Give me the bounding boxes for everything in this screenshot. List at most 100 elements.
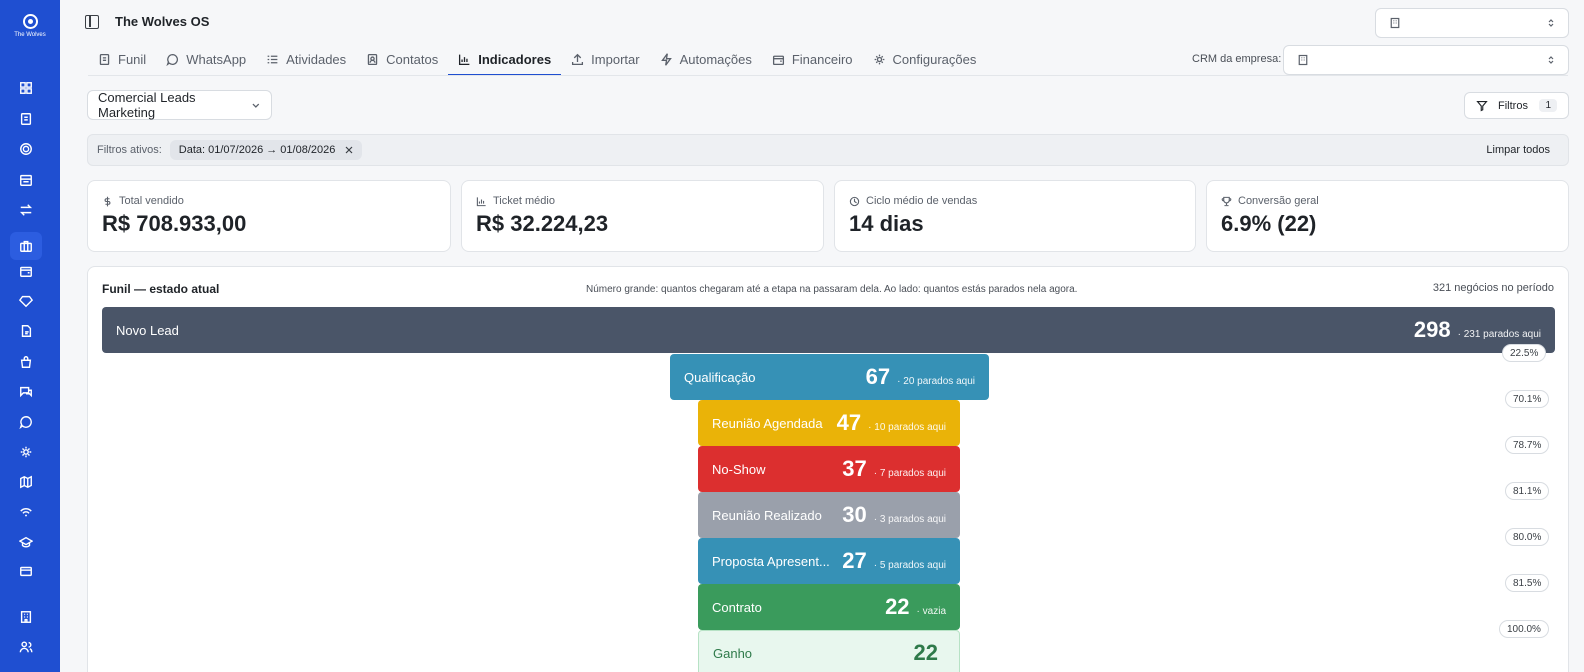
target-icon[interactable] xyxy=(18,141,33,156)
funnel-stage-proposta[interactable]: Proposta Apresent... 27 · 5 parados aqui xyxy=(698,538,960,584)
tab-contatos[interactable]: Contatos xyxy=(356,42,448,76)
dollar-icon xyxy=(104,196,111,206)
funnel-stage-reuniao-realizado[interactable]: Reunião Realizado 30 · 3 parados aqui xyxy=(698,492,960,538)
wallet-icon xyxy=(772,55,784,65)
users-icon[interactable] xyxy=(18,639,33,654)
funnel-stage-no-show[interactable]: No-Show 37 · 7 parados aqui xyxy=(698,446,960,492)
chevron-down-icon xyxy=(252,103,260,108)
pipeline-select-value: Comercial Leads Marketing xyxy=(98,90,196,120)
pipeline-select[interactable]: Comercial Leads Marketing xyxy=(87,90,272,120)
upload-icon xyxy=(572,53,584,65)
conversion-rate-pill: 70.1% xyxy=(1505,390,1550,408)
bag-icon[interactable] xyxy=(18,354,33,369)
document-icon[interactable] xyxy=(18,323,33,338)
stage-name: Reunião Realizado xyxy=(712,507,822,523)
tab-label: Importar xyxy=(591,51,640,67)
wallet-icon[interactable] xyxy=(18,263,33,278)
stage-stalled: · vazia xyxy=(916,606,946,617)
school-icon[interactable] xyxy=(18,534,33,549)
diamond-icon[interactable] xyxy=(18,293,33,308)
wifi-icon[interactable] xyxy=(18,504,33,519)
tabs-divider xyxy=(88,75,1568,76)
close-icon[interactable] xyxy=(345,146,353,154)
list-icon xyxy=(267,55,278,63)
wolf-logo-icon xyxy=(22,14,38,29)
message-icon[interactable] xyxy=(18,414,33,429)
kpi-value: 14 dias xyxy=(849,211,924,236)
stage-count: 22 xyxy=(913,640,938,665)
clipboard-icon[interactable] xyxy=(18,111,33,126)
funnel-panel: Funil — estado atual Número grande: quan… xyxy=(87,266,1569,672)
tab-label: Financeiro xyxy=(791,51,853,67)
tab-label: WhatsApp xyxy=(186,51,247,67)
filters-count-badge: 1 xyxy=(1539,99,1557,112)
conversion-rate-pill: 22.5% xyxy=(1502,344,1547,362)
tab-label: Funil xyxy=(118,51,147,67)
chat-icon[interactable] xyxy=(18,384,33,399)
tab-atividades[interactable]: Atividades xyxy=(256,42,356,76)
filter-icon xyxy=(1476,100,1488,111)
filter-chip-text: Data: 01/07/2026 → 01/08/2026 xyxy=(178,144,336,156)
stage-name: Ganho xyxy=(713,645,753,661)
tab-label: Indicadores xyxy=(478,51,552,67)
clear-all-filters-button[interactable]: Limpar todos xyxy=(1486,144,1550,156)
tab-importar[interactable]: Importar xyxy=(561,42,649,76)
conversion-rate-pill: 81.1% xyxy=(1505,482,1550,500)
sidebar-toggle-icon[interactable] xyxy=(85,15,99,29)
tab-indicadores[interactable]: Indicadores xyxy=(448,42,562,76)
settings-cog-icon[interactable] xyxy=(18,444,33,459)
stage-name: Novo Lead xyxy=(116,322,179,338)
card-icon[interactable] xyxy=(18,563,33,578)
tab-financeiro[interactable]: Financeiro xyxy=(762,42,863,76)
workspace-select[interactable] xyxy=(1375,8,1569,38)
kpi-label: Total vendido xyxy=(119,195,184,207)
calendar-icon[interactable] xyxy=(18,172,33,187)
trophy-icon xyxy=(1221,196,1232,206)
crm-label: CRM da empresa: xyxy=(1192,53,1282,65)
stage-count: 298 xyxy=(1413,317,1451,342)
chevron-updown-icon xyxy=(1548,19,1554,27)
active-filters-label: Filtros ativos: xyxy=(97,144,162,156)
tab-whatsapp[interactable]: WhatsApp xyxy=(156,42,256,76)
stage-count: 37 xyxy=(842,456,867,481)
bar-chart-icon xyxy=(459,54,470,65)
conversion-rate-pill: 100.0% xyxy=(1499,620,1549,638)
funnel-stage-reuniao-agendada[interactable]: Reunião Agendada 47 · 10 parados aqui xyxy=(698,400,960,446)
funnel-stage-contrato[interactable]: Contrato 22 · vazia xyxy=(698,584,960,630)
main-tabs: Funil WhatsApp Atividades Contatos Indic… xyxy=(88,42,986,76)
app-logo[interactable]: The Wolves xyxy=(10,14,50,48)
crm-select[interactable] xyxy=(1283,45,1569,75)
funnel-total: 321 negócios no período xyxy=(1432,282,1554,294)
stage-stalled: · 20 parados aqui xyxy=(897,376,975,387)
kpi-card-ciclo-medio: Ciclo médio de vendas 14 dias xyxy=(834,180,1196,252)
tab-funil[interactable]: Funil xyxy=(88,42,156,76)
funnel-hint: Número grande: quantos chegaram até a et… xyxy=(586,284,1078,295)
kpi-value: R$ 32.224,23 xyxy=(476,211,609,236)
briefcase-icon[interactable] xyxy=(10,232,42,260)
funnel-stage-ganho[interactable]: Ganho 22 xyxy=(698,630,960,672)
funnel-stage-qualificacao[interactable]: Qualificação 67 · 20 parados aqui xyxy=(670,354,989,400)
stage-name: Contrato xyxy=(712,599,762,615)
tab-configuracoes[interactable]: Configurações xyxy=(863,42,987,76)
stage-count: 67 xyxy=(865,364,891,389)
tab-automacoes[interactable]: Automações xyxy=(650,42,762,76)
tab-label: Contatos xyxy=(386,51,439,67)
kpi-label: Conversão geral xyxy=(1238,195,1319,207)
filters-button[interactable]: Filtros 1 xyxy=(1464,92,1569,119)
funnel-stage-novo-lead[interactable]: Novo Lead 298 · 231 parados aqui xyxy=(102,307,1555,353)
tab-label: Configurações xyxy=(892,51,977,67)
map-icon[interactable] xyxy=(18,474,33,489)
stage-count: 27 xyxy=(842,548,867,573)
filter-chip-date[interactable]: Data: 01/07/2026 → 01/08/2026 xyxy=(169,140,363,160)
stage-count: 30 xyxy=(842,502,867,527)
document-icon xyxy=(99,53,110,65)
gear-icon xyxy=(874,54,884,64)
grid-icon[interactable] xyxy=(18,80,33,95)
stage-name: Proposta Apresent... xyxy=(712,553,830,569)
arrows-icon[interactable] xyxy=(18,202,33,217)
building-icon[interactable] xyxy=(18,609,33,624)
tab-label: Automações xyxy=(679,51,752,67)
stage-name: Reunião Agendada xyxy=(712,415,823,431)
stage-stalled: · 10 parados aqui xyxy=(868,422,946,433)
building-icon xyxy=(1298,54,1308,66)
